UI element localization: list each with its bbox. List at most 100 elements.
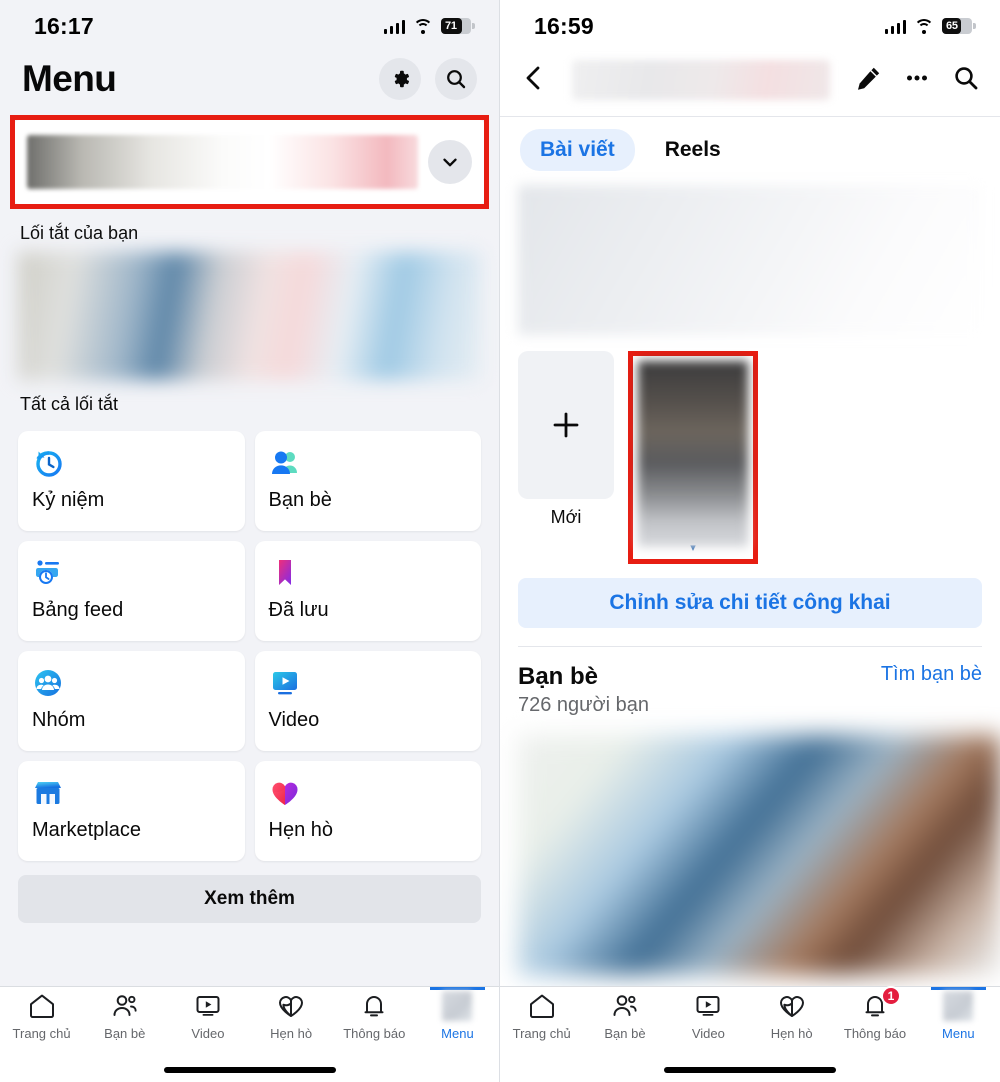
- shortcuts-strip-redacted[interactable]: [18, 252, 481, 380]
- shortcut-card-groups[interactable]: Nhóm: [18, 651, 245, 751]
- shortcut-label: Bảng feed: [32, 599, 124, 621]
- content-tabs: Bài viết Reels: [500, 117, 1000, 185]
- tab-friends[interactable]: Bạn bè: [583, 991, 666, 1041]
- story-highlights-row: Mới ▾: [500, 335, 1000, 564]
- dating-heart-icon: [778, 991, 806, 1021]
- profile-expand-button[interactable]: [428, 140, 472, 184]
- header-actions: [379, 58, 477, 100]
- shortcut-card-friends[interactable]: Bạn bè: [254, 431, 481, 531]
- active-tab-indicator: [429, 987, 486, 990]
- wifi-icon: [914, 18, 934, 34]
- ellipsis-icon: [907, 75, 927, 80]
- friends-info: Bạn bè 726 người bạn: [518, 663, 649, 717]
- bookmark-icon: [269, 555, 468, 591]
- feeds-icon: [32, 555, 231, 591]
- wifi-icon: [413, 18, 433, 34]
- back-button[interactable]: [522, 63, 546, 98]
- video-icon: [194, 991, 222, 1021]
- settings-button[interactable]: [379, 58, 421, 100]
- dating-heart-icon: [269, 775, 468, 811]
- tab-menu[interactable]: Menu: [416, 987, 499, 1041]
- friends-photo-redacted[interactable]: [518, 735, 1000, 975]
- shortcut-label: Hẹn hò: [268, 819, 334, 841]
- see-more-button[interactable]: Xem thêm: [18, 875, 481, 923]
- more-options-button[interactable]: [904, 65, 930, 96]
- tab-friends[interactable]: Bạn bè: [83, 991, 166, 1041]
- story-thumbnail-redacted[interactable]: [638, 361, 748, 547]
- page-title: Menu: [22, 58, 117, 99]
- status-time: 16:17: [34, 12, 94, 39]
- shortcut-label: Marketplace: [32, 819, 141, 841]
- avatar-icon: [943, 991, 974, 1021]
- profile-screen: 16:59 65 Bài viết Reels Mới ▾ Chỉnh sửa …: [500, 0, 1000, 1082]
- shortcut-label: Bạn bè: [268, 489, 332, 511]
- tab-label: Video: [691, 1026, 725, 1041]
- tab-label: Menu: [441, 1026, 474, 1041]
- shortcut-label: Kỷ niệm: [32, 489, 105, 511]
- tab-home[interactable]: Trang chủ: [500, 991, 583, 1041]
- shortcut-label: Đã lưu: [268, 599, 329, 621]
- tab-notifications[interactable]: Thông báo: [333, 991, 416, 1041]
- search-button[interactable]: [435, 58, 477, 100]
- profile-row[interactable]: [15, 120, 484, 204]
- tab-video[interactable]: Video: [166, 991, 249, 1041]
- find-friends-link[interactable]: Tìm bạn bè: [881, 663, 982, 686]
- tab-label: Thông báo: [843, 1026, 907, 1041]
- battery-level: 71: [445, 20, 457, 32]
- shortcut-card-dating[interactable]: Hẹn hò: [254, 761, 481, 861]
- avatar: [442, 991, 473, 1021]
- status-bar-left: 16:17 71: [0, 0, 499, 52]
- edit-public-details-button[interactable]: Chỉnh sửa chi tiết công khai: [518, 578, 982, 628]
- search-icon: [447, 70, 466, 89]
- shortcut-label: Nhóm: [32, 709, 86, 731]
- tab-reels[interactable]: Reels: [645, 129, 741, 171]
- tab-notifications[interactable]: 1 Thông báo: [833, 986, 916, 1041]
- friends-count: 726 người bạn: [518, 694, 650, 716]
- cellular-signal-icon: [884, 19, 906, 34]
- tab-video[interactable]: Video: [667, 991, 750, 1041]
- tab-home[interactable]: Trang chủ: [0, 991, 83, 1041]
- bottom-tab-bar-left: Trang chủ Bạn bè Video Hẹn hò Thông báo …: [0, 986, 499, 1082]
- profile-header: [500, 52, 1000, 117]
- video-icon: [269, 665, 468, 701]
- edit-profile-button[interactable]: [856, 65, 882, 96]
- shortcut-card-feeds[interactable]: Bảng feed: [18, 541, 245, 641]
- tab-label: Hẹn hò: [270, 1026, 313, 1041]
- friends-title: Bạn bè: [518, 663, 599, 690]
- shortcut-card-saved[interactable]: Đã lưu: [254, 541, 481, 641]
- avatar: [943, 991, 974, 1021]
- cover-photo-redacted[interactable]: [518, 185, 982, 335]
- home-indicator: [664, 1067, 836, 1073]
- tab-dating[interactable]: Hẹn hò: [250, 991, 333, 1041]
- create-story-box[interactable]: [518, 351, 614, 499]
- profile-name-redacted: [27, 135, 418, 189]
- shortcut-card-marketplace[interactable]: Marketplace: [18, 761, 245, 861]
- tab-menu[interactable]: Menu: [917, 987, 1000, 1041]
- battery-icon: 71: [441, 18, 475, 34]
- status-bar-right: 16:59 65: [500, 0, 1000, 52]
- search-button[interactable]: [952, 64, 980, 97]
- cellular-signal-icon: [383, 19, 405, 34]
- all-shortcuts-label: Tất cả lối tắt: [20, 394, 119, 414]
- gear-icon: [394, 70, 409, 88]
- bell-icon: [360, 991, 388, 1021]
- plus-icon: [553, 412, 579, 438]
- shortcut-card-video[interactable]: Video: [254, 651, 481, 751]
- tab-label: Thông báo: [343, 1026, 406, 1041]
- tab-label: Bạn bè: [604, 1026, 646, 1041]
- create-story-card[interactable]: Mới: [518, 351, 614, 528]
- profile-name-redacted: [572, 60, 830, 100]
- groups-icon: [32, 665, 231, 701]
- header-actions: [856, 64, 980, 97]
- tab-label: Menu: [942, 1026, 975, 1041]
- shortcut-card-memories[interactable]: Kỷ niệm: [18, 431, 245, 531]
- tab-dating[interactable]: Hẹn hò: [750, 991, 833, 1041]
- friends-section: Bạn bè 726 người bạn Tìm bạn bè: [518, 646, 982, 717]
- tab-posts[interactable]: Bài viết: [520, 129, 635, 171]
- search-icon: [955, 66, 978, 89]
- battery-icon: 65: [942, 18, 976, 34]
- video-icon: [694, 991, 722, 1021]
- avatar-icon: [442, 991, 473, 1021]
- home-icon: [28, 991, 56, 1021]
- home-indicator: [163, 1067, 336, 1073]
